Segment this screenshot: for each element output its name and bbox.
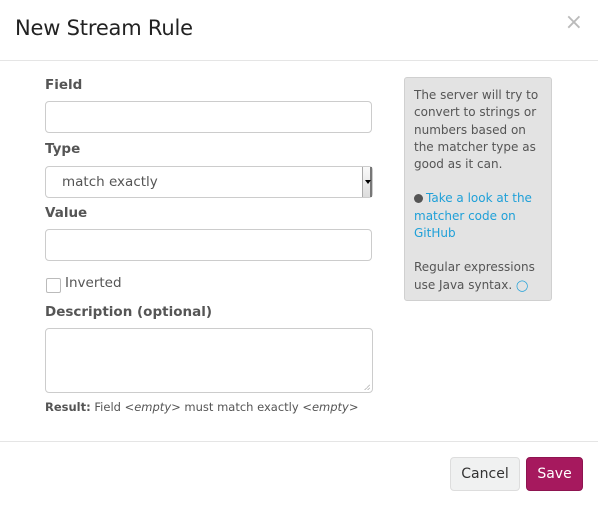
description-label: Description (optional) <box>45 304 212 320</box>
result-text: Field <box>90 400 125 414</box>
result-field: <empty> <box>124 400 181 414</box>
description-textarea[interactable] <box>45 328 373 393</box>
type-selected-value: match exactly <box>62 174 158 190</box>
github-link[interactable]: Take a look at the matcher code on GitHu… <box>414 191 532 240</box>
github-icon <box>414 194 423 204</box>
type-select[interactable]: match exactly <box>45 166 373 198</box>
chevron-down-icon[interactable] <box>362 167 372 197</box>
result-value: <empty> <box>302 400 359 414</box>
resize-handle-icon[interactable] <box>364 384 370 390</box>
type-label: Type <box>45 141 81 157</box>
lightbulb-icon: ◯ <box>515 278 529 292</box>
inverted-label[interactable]: Inverted <box>65 275 122 291</box>
value-input[interactable] <box>45 229 372 261</box>
cancel-button[interactable]: Cancel <box>450 457 520 491</box>
result-text: must match exactly <box>180 400 303 414</box>
new-stream-rule-dialog: New Stream Rule × Field Type match exact… <box>0 0 598 504</box>
field-input[interactable] <box>45 101 372 133</box>
result-label: Result: <box>45 400 91 414</box>
value-label: Value <box>45 205 88 221</box>
help-regex: Regular expressions use Java syntax. ◯ <box>414 259 542 294</box>
help-panel: The server will try to convert to string… <box>404 77 552 301</box>
dialog-header: New Stream Rule × <box>0 0 598 61</box>
dialog-title: New Stream Rule <box>15 16 193 40</box>
field-label: Field <box>45 77 83 93</box>
close-icon[interactable]: × <box>565 12 583 34</box>
help-github: Take a look at the matcher code on GitHu… <box>414 190 542 242</box>
inverted-checkbox[interactable] <box>46 278 61 293</box>
save-button[interactable]: Save <box>526 457 583 491</box>
help-text: The server will try to convert to string… <box>414 88 539 172</box>
result-preview: Result: Field <empty> must match exactly… <box>45 400 358 414</box>
